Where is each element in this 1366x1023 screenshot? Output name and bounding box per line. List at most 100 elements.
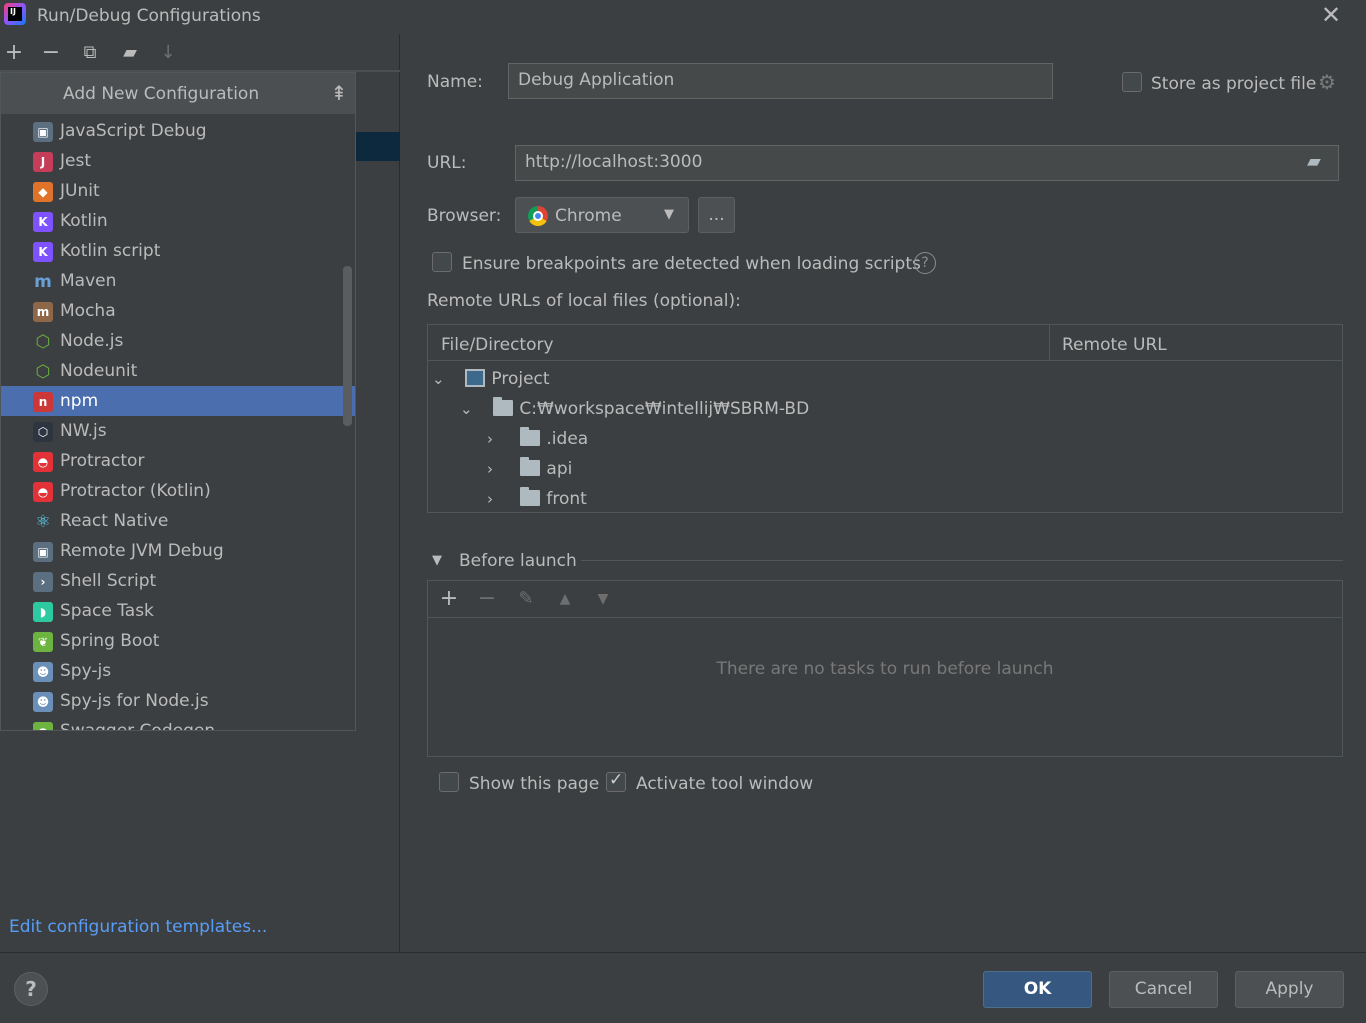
chevron-down-icon[interactable]: ⌄ <box>432 364 448 394</box>
config-type-item[interactable]: › Shell Script <box>1 566 355 596</box>
chevron-down-icon[interactable]: ⌄ <box>460 394 476 424</box>
config-type-item[interactable]: ◓ Protractor (Kotlin) <box>1 476 355 506</box>
config-type-label: Shell Script <box>60 571 157 591</box>
new-folder-icon[interactable]: ▰ <box>116 36 144 70</box>
config-type-item[interactable]: K Kotlin script <box>1 236 355 266</box>
store-as-project-file-checkbox[interactable] <box>1122 72 1142 92</box>
config-type-item[interactable]: m Maven <box>1 266 355 296</box>
help-button[interactable]: ? <box>14 972 48 1006</box>
config-type-item[interactable]: m Mocha <box>1 296 355 326</box>
sort-icon[interactable]: ↓ <box>154 36 182 70</box>
config-type-item[interactable]: ⬡ Node.js <box>1 326 355 356</box>
selected-configuration-row[interactable] <box>354 132 400 161</box>
config-type-label: Swagger Codegen <box>60 721 216 731</box>
config-type-item[interactable]: ❦ Spring Boot <box>1 626 355 656</box>
config-type-label: Spy-js for Node.js <box>60 691 209 711</box>
table-row[interactable]: ⌄ Project <box>432 364 550 394</box>
copy-icon[interactable]: ⧉ <box>76 36 104 70</box>
tree-label: C:₩workspace₩intellij₩SBRM-BD <box>519 399 810 419</box>
ok-button[interactable]: OK <box>983 971 1092 1008</box>
chevron-right-icon[interactable]: › <box>487 484 503 514</box>
table-header: File/Directory Remote URL <box>428 325 1342 361</box>
add-icon[interactable]: + <box>0 36 28 70</box>
config-type-item[interactable]: ◆ JUnit <box>1 176 355 206</box>
config-type-item[interactable]: ⬡ Nodeunit <box>1 356 355 386</box>
chevron-right-icon[interactable]: › <box>487 454 503 484</box>
config-type-label: JavaScript Debug <box>60 121 207 141</box>
config-type-label: Nodeunit <box>60 361 138 381</box>
url-field[interactable]: http://localhost:3000 <box>515 145 1339 181</box>
table-row[interactable]: › .idea <box>487 424 588 454</box>
footer-divider <box>0 952 1366 953</box>
browse-button[interactable]: ... <box>698 197 735 233</box>
config-type-item[interactable]: ▣ JavaScript Debug <box>1 116 355 146</box>
config-type-item[interactable]: n npm <box>1 386 355 416</box>
move-up-icon[interactable]: ▲ <box>552 585 578 613</box>
cancel-button[interactable]: Cancel <box>1109 971 1218 1008</box>
popup-title: Add New Configuration <box>63 84 260 104</box>
config-type-item[interactable]: ☻ Spy-js for Node.js <box>1 686 355 716</box>
apply-button[interactable]: Apply <box>1235 971 1344 1008</box>
config-type-item[interactable]: ◗ Space Task <box>1 596 355 626</box>
activate-tool-window-checkbox[interactable] <box>606 770 626 792</box>
tree-label: front <box>546 489 587 509</box>
configuration-type-list: ▣ JavaScript Debug J Jest ◆ JUnit K Kotlin K Kotl… <box>1 116 355 731</box>
config-type-item[interactable]: ◓ Protractor <box>1 446 355 476</box>
configurations-toolbar: + − ⧉ ▰ ↓ <box>0 36 400 70</box>
config-type-item[interactable]: K Kotlin <box>1 206 355 236</box>
remove-task-icon[interactable]: − <box>474 585 500 613</box>
column-file-directory[interactable]: File/Directory <box>441 335 554 355</box>
column-remote-url[interactable]: Remote URL <box>1062 335 1167 355</box>
kotlin-script-icon: K <box>33 242 53 262</box>
edit-configuration-templates-link[interactable]: Edit configuration templates... <box>9 917 267 937</box>
collapse-triangle-icon[interactable]: ▼ <box>432 553 442 568</box>
shell-script-icon: › <box>33 572 53 592</box>
remote-jvm-debug-icon: ▣ <box>33 542 53 562</box>
config-type-item[interactable]: ▣ Remote JVM Debug <box>1 536 355 566</box>
config-type-label: Spy-js <box>60 661 112 681</box>
collapse-all-icon[interactable]: ⇞ <box>327 79 351 107</box>
store-as-project-file-label: Store as project file <box>1151 74 1317 94</box>
browser-value: Chrome <box>555 206 622 226</box>
close-icon[interactable]: ✕ <box>1318 2 1344 28</box>
config-type-item[interactable]: ● Swagger Codegen <box>1 716 355 731</box>
folder-icon <box>520 487 541 506</box>
table-row[interactable]: ⌄ C:₩workspace₩intellij₩SBRM-BD <box>460 394 809 424</box>
config-type-label: React Native <box>60 511 169 531</box>
chevron-right-icon[interactable]: › <box>487 424 503 454</box>
table-row[interactable]: › api <box>487 454 572 484</box>
name-field[interactable]: Debug Application <box>508 63 1053 99</box>
gear-icon[interactable]: ⚙ <box>1318 70 1336 94</box>
move-down-icon[interactable]: ▼ <box>590 585 616 613</box>
config-type-item[interactable]: ⚛ React Native <box>1 506 355 536</box>
edit-task-icon[interactable]: ✎ <box>513 585 539 613</box>
config-type-label: Kotlin <box>60 211 108 231</box>
popup-scrollbar[interactable] <box>343 266 352 426</box>
add-task-icon[interactable]: + <box>436 585 462 613</box>
folder-icon <box>493 397 514 416</box>
config-type-label: Remote JVM Debug <box>60 541 224 561</box>
config-type-item[interactable]: J Jest <box>1 146 355 176</box>
config-type-label: NW.js <box>60 421 107 441</box>
config-type-label: Space Task <box>60 601 154 621</box>
browser-select[interactable]: Chrome ▼ <box>515 197 689 233</box>
config-type-item[interactable]: ⬡ NW.js <box>1 416 355 446</box>
jest-icon: J <box>33 152 53 172</box>
show-this-page-checkbox[interactable] <box>439 772 459 792</box>
config-type-item[interactable]: ☻ Spy-js <box>1 656 355 686</box>
table-row[interactable]: › front <box>487 484 587 514</box>
before-launch-divider <box>581 560 1343 561</box>
help-icon[interactable]: ? <box>914 252 936 274</box>
ensure-breakpoints-label: Ensure breakpoints are detected when loa… <box>462 254 921 274</box>
before-launch-title[interactable]: Before launch <box>459 551 577 571</box>
open-folder-icon[interactable]: ▰ <box>1307 151 1321 172</box>
config-type-label: Kotlin script <box>60 241 161 261</box>
kotlin-icon: K <box>33 212 53 232</box>
chrome-icon <box>528 206 548 226</box>
swagger-codegen-icon: ● <box>33 722 53 730</box>
config-type-label: Node.js <box>60 331 124 351</box>
remote-urls-table: File/Directory Remote URL ⌄ Project ⌄ C:… <box>427 324 1343 513</box>
ensure-breakpoints-checkbox[interactable] <box>432 252 452 272</box>
show-this-page-label: Show this page <box>469 774 600 794</box>
remove-icon[interactable]: − <box>37 36 65 70</box>
